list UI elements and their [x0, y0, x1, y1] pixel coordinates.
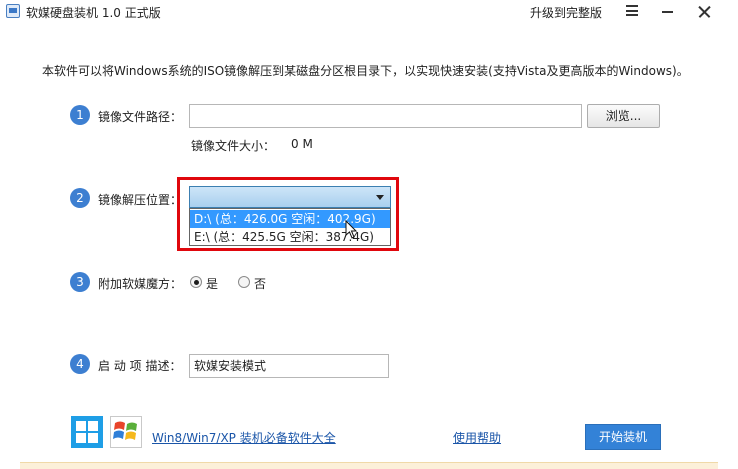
step-1-badge: 1	[70, 105, 90, 125]
addon-label: 附加软媒魔方：	[98, 277, 183, 291]
close-icon[interactable]	[698, 5, 711, 18]
step-4-badge: 4	[70, 354, 90, 374]
addon-no-label: 否	[254, 277, 267, 291]
software-collection-link[interactable]: Win8/Win7/XP 装机必备软件大全	[152, 429, 336, 446]
windows8-logo-icon[interactable]	[71, 416, 103, 448]
step-3-badge: 3	[70, 272, 90, 292]
browse-button[interactable]: 浏览...	[587, 104, 660, 128]
minimize-icon[interactable]	[662, 11, 673, 13]
help-link[interactable]: 使用帮助	[453, 429, 501, 446]
addon-yes-label: 是	[206, 277, 219, 291]
description-text: 本软件可以将Windows系统的ISO镜像解压到某磁盘分区根目录下，以实现快速安…	[42, 64, 689, 78]
addon-no-radio[interactable]	[238, 276, 250, 288]
app-icon	[6, 4, 20, 18]
boot-desc-label: 启 动 项 描述：	[98, 359, 182, 373]
image-path-label: 镜像文件路径：	[98, 110, 183, 124]
addon-yes-radio[interactable]	[190, 276, 202, 288]
boot-desc-input[interactable]: 软媒安装模式	[189, 354, 389, 378]
image-size-label: 镜像文件大小：	[191, 139, 276, 153]
highlight-frame	[177, 177, 399, 251]
image-size-value: 0 M	[291, 137, 313, 151]
extract-location-label: 镜像解压位置：	[98, 193, 183, 207]
upgrade-link[interactable]: 升级到完整版	[530, 4, 602, 21]
image-path-input[interactable]	[189, 104, 582, 128]
windows7-logo-icon[interactable]	[110, 416, 142, 448]
mouse-cursor-icon	[345, 220, 358, 239]
status-strip	[20, 462, 718, 469]
window-title: 软媒硬盘装机 1.0 正式版	[26, 6, 161, 20]
title-bar: 软媒硬盘装机 1.0 正式版 升级到完整版	[0, 0, 738, 24]
step-2-badge: 2	[70, 188, 90, 208]
start-install-button[interactable]: 开始装机	[585, 424, 661, 450]
menu-icon[interactable]	[626, 5, 638, 16]
